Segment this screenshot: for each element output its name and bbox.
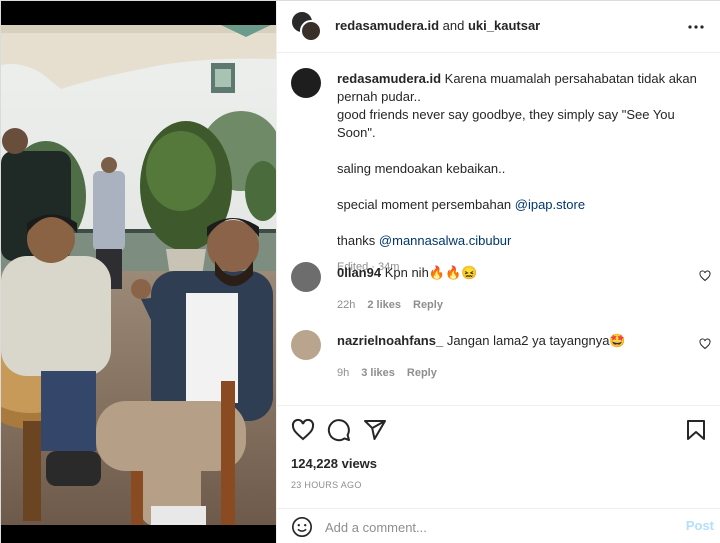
more-horizontal-icon [688, 25, 704, 29]
comment-likes[interactable]: 2 likes [367, 299, 401, 311]
comment-username[interactable]: 0llan94 [337, 265, 381, 280]
post-authors: redasamudera.id and uki_kautsar [335, 18, 540, 33]
post-timestamp[interactable]: 23 HOURS AGO [291, 480, 362, 490]
like-comment-heart-icon[interactable] [699, 270, 711, 282]
emoji-icon[interactable] [291, 516, 313, 538]
post-video[interactable] [1, 1, 276, 543]
more-options-button[interactable] [684, 15, 708, 39]
author-username[interactable]: redasamudera.id [335, 18, 439, 33]
video-frame-image [1, 1, 276, 543]
avatar[interactable] [291, 68, 321, 98]
caption-line5-text: thanks [337, 233, 379, 248]
caption-line2: good friends never say goodbye, they sim… [337, 107, 675, 140]
comment-text: Kpn nih🔥🔥😖 [381, 265, 478, 280]
caption-line3: saling mendoakan kebaikan.. [337, 161, 506, 176]
comment-body: 0llan94 Kpn nih🔥🔥😖 22h 2 likes Reply [337, 264, 667, 314]
comments-section[interactable]: redasamudera.id Karena muamalah persahab… [277, 54, 720, 404]
mention-link[interactable]: @mannasalwa.cibubur [379, 233, 511, 248]
add-comment-input[interactable] [325, 517, 655, 537]
save-bookmark-icon[interactable] [684, 418, 708, 442]
caption-first-paragraph: redasamudera.id Karena muamalah persahab… [337, 70, 712, 106]
mention-link[interactable]: @ipap.store [515, 197, 585, 212]
avatar[interactable] [291, 330, 321, 360]
post-comment-button[interactable]: Post [686, 518, 714, 533]
comment-likes[interactable]: 3 likes [361, 367, 395, 379]
comment-item: 0llan94 Kpn nih🔥🔥😖 22h 2 likes Reply [291, 262, 711, 322]
comment-bubble-icon[interactable] [327, 418, 351, 442]
comment-meta: 9h 3 likes Reply [337, 364, 667, 382]
comment-time[interactable]: 22h [337, 299, 355, 311]
post-details-panel: redasamudera.id and uki_kautsar redasamu… [276, 1, 720, 543]
collab-avatars[interactable] [291, 11, 323, 43]
caption-line4: special moment persembahan @ipap.store [337, 196, 712, 214]
avatar[interactable] [291, 262, 321, 292]
caption-username[interactable]: redasamudera.id [337, 71, 441, 86]
share-send-icon[interactable] [363, 418, 387, 442]
caption-line5: thanks @mannasalwa.cibubur [337, 232, 712, 250]
caption-body: redasamudera.id Karena muamalah persahab… [337, 70, 712, 276]
add-comment-bar: Post [277, 508, 720, 543]
reply-button[interactable]: Reply [407, 367, 437, 379]
reply-button[interactable]: Reply [413, 299, 443, 311]
collaborator-username[interactable]: uki_kautsar [468, 18, 540, 33]
post-header: redasamudera.id and uki_kautsar [277, 1, 720, 53]
author-joiner: and [439, 18, 468, 33]
avatar [300, 20, 322, 42]
comment-meta: 22h 2 likes Reply [337, 296, 667, 314]
comment-text: Jangan lama2 ya tayangnya🤩 [443, 333, 626, 348]
like-heart-icon[interactable] [291, 418, 315, 442]
like-comment-heart-icon[interactable] [699, 338, 711, 350]
caption-line4-text: special moment persembahan [337, 197, 515, 212]
comment-item: nazrielnoahfans_ Jangan lama2 ya tayangn… [291, 330, 711, 390]
post-window: redasamudera.id and uki_kautsar redasamu… [0, 0, 720, 543]
comment-username[interactable]: nazrielnoahfans_ [337, 333, 443, 348]
comment-time[interactable]: 9h [337, 367, 349, 379]
view-count[interactable]: 124,228 views [291, 456, 377, 471]
post-actions: 124,228 views 23 HOURS AGO [277, 405, 720, 515]
comment-body: nazrielnoahfans_ Jangan lama2 ya tayangn… [337, 332, 667, 382]
